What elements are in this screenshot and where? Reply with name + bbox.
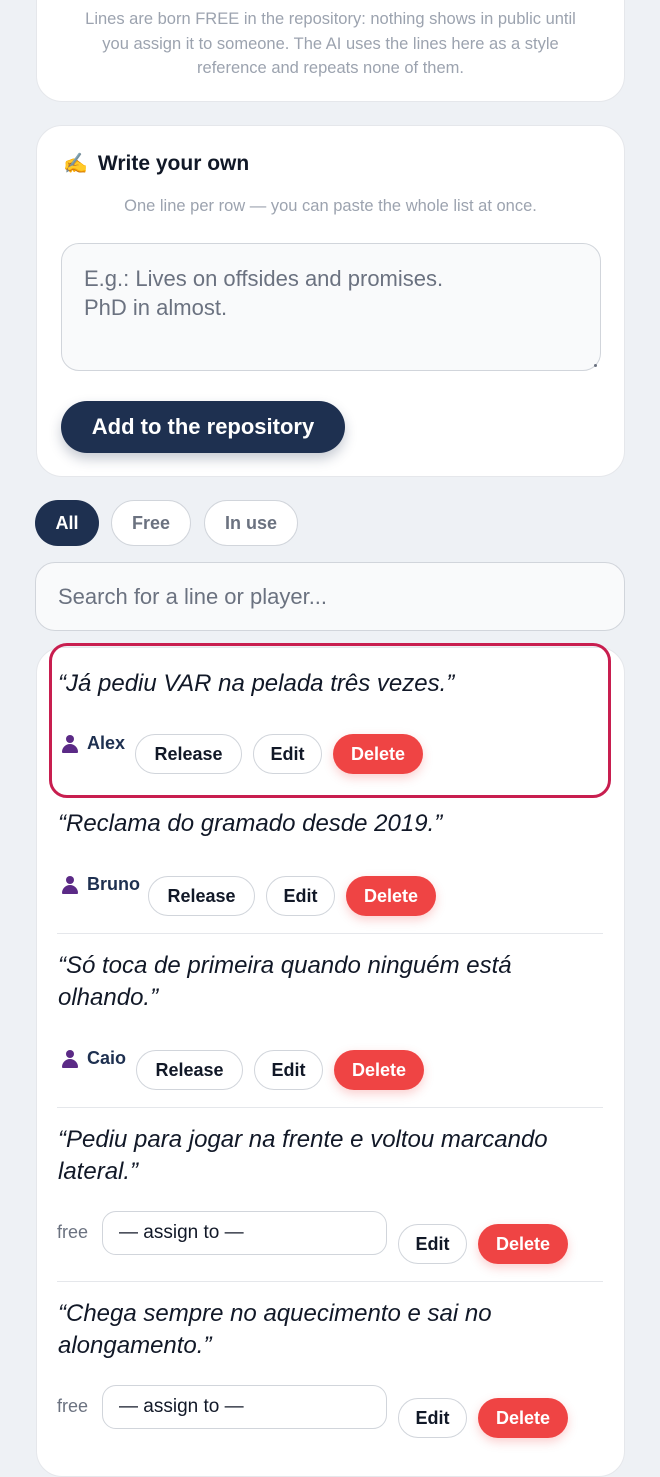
writing-hand-icon: ✍️ xyxy=(63,153,88,175)
line-quote: “Pediu para jogar na frente e voltou mar… xyxy=(58,1126,548,1185)
write-own-subtitle: One line per row — you can paste the who… xyxy=(124,197,537,215)
line-owner: Bruno xyxy=(61,874,140,895)
person-icon xyxy=(61,1049,79,1068)
owner-name: Alex xyxy=(87,733,126,753)
row-divider xyxy=(57,1107,603,1108)
free-status-label: free xyxy=(57,1396,89,1416)
delete-button[interactable]: Delete xyxy=(478,1224,568,1264)
add-to-repository-button[interactable]: Add to the repository xyxy=(61,401,345,453)
delete-button[interactable]: Delete xyxy=(346,876,436,916)
assign-to-value: — assign to — xyxy=(119,1222,244,1243)
edit-button[interactable]: Edit xyxy=(253,734,322,774)
line-owner: Alex xyxy=(61,733,125,754)
write-own-card: ✍️ Write your own One line per row — you… xyxy=(36,125,625,477)
line-quote: “Reclama do gramado desde 2019.” xyxy=(58,810,443,837)
new-lines-textarea[interactable] xyxy=(61,243,601,371)
release-button[interactable]: Release xyxy=(136,1050,243,1090)
assign-to-select[interactable]: — assign to — xyxy=(102,1385,387,1429)
intro-text: Lines are born FREE in the repository: n… xyxy=(85,10,576,77)
line-quote: “Já pediu VAR na pelada três vezes.” xyxy=(58,670,455,697)
line-quote: “Só toca de primeira quando ninguém está… xyxy=(58,952,512,1011)
filter-free-tab[interactable]: Free xyxy=(111,500,191,546)
search-input[interactable] xyxy=(35,562,625,631)
line-quote: “Chega sempre no aquecimento e sai no al… xyxy=(58,1300,492,1359)
free-status-label: free xyxy=(57,1222,89,1242)
write-own-title: Write your own xyxy=(97,152,250,175)
delete-button[interactable]: Delete xyxy=(478,1398,568,1438)
delete-button[interactable]: Delete xyxy=(334,1050,424,1090)
assign-to-select[interactable]: — assign to — xyxy=(102,1211,387,1255)
release-button[interactable]: Release xyxy=(148,876,255,916)
person-icon xyxy=(61,734,79,753)
owner-name: Bruno xyxy=(87,874,140,894)
assign-to-value: — assign to — xyxy=(119,1396,244,1417)
delete-button[interactable]: Delete xyxy=(333,734,423,774)
owner-name: Caio xyxy=(87,1048,127,1068)
row-divider xyxy=(57,933,603,934)
edit-button[interactable]: Edit xyxy=(254,1050,323,1090)
person-icon xyxy=(61,875,79,894)
release-button[interactable]: Release xyxy=(135,734,242,774)
line-owner: Caio xyxy=(61,1048,126,1069)
write-own-heading: ✍️ Write your own xyxy=(63,152,249,176)
edit-button[interactable]: Edit xyxy=(266,876,335,916)
edit-button[interactable]: Edit xyxy=(398,1398,467,1438)
textarea-resize-handle[interactable] xyxy=(594,364,597,367)
row-divider xyxy=(57,1281,603,1282)
filter-all-tab[interactable]: All xyxy=(35,500,99,546)
intro-card: Lines are born FREE in the repository: n… xyxy=(36,0,625,102)
edit-button[interactable]: Edit xyxy=(398,1224,467,1264)
filter-in-use-tab[interactable]: In use xyxy=(204,500,298,546)
